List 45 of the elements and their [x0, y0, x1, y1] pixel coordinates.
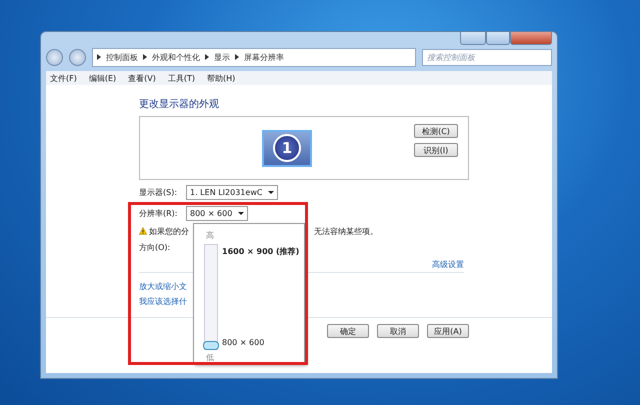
menu-item[interactable]: 编辑(E)	[88, 72, 116, 84]
forward-button[interactable]	[69, 48, 86, 66]
monitor-icon[interactable]: 1	[262, 130, 312, 166]
search-field[interactable]: 搜索控制面板	[422, 48, 552, 66]
slider-low-label: 低	[206, 352, 214, 363]
max-resolution-label: 1600 × 900 (推荐)	[222, 246, 300, 257]
field-label: 显示器(S):	[139, 187, 178, 198]
warning-text: 如果您的分	[149, 226, 189, 236]
chevron-icon	[97, 54, 101, 60]
breadcrumb[interactable]: 外观和个性化	[152, 52, 200, 62]
breadcrumb[interactable]: 屏幕分辨率	[244, 52, 284, 62]
warning-text: 无法容纳某些项。	[314, 226, 378, 236]
menu-item[interactable]: 工具(T)	[168, 72, 195, 84]
page-heading: 更改显示器的外观	[139, 98, 220, 111]
breadcrumb[interactable]: 显示	[214, 52, 230, 62]
dropdown[interactable]: 1. LEN LI2031ewC	[186, 185, 278, 200]
advanced-settings-link[interactable]: 高级设置	[432, 258, 464, 270]
chevron-icon	[235, 54, 239, 60]
slider-thumb[interactable]	[203, 341, 219, 350]
close-button[interactable]	[510, 32, 552, 45]
slider-high-label: 高	[206, 230, 214, 241]
dialog-button[interactable]: 应用(A)	[427, 324, 469, 338]
minimize-button[interactable]	[460, 32, 486, 45]
monitor-number: 1	[273, 134, 301, 162]
menu-item[interactable]: 文件(F)	[50, 72, 77, 84]
dropdown[interactable]: 800 × 600	[186, 206, 248, 221]
chevron-icon	[205, 54, 209, 60]
dialog-button[interactable]: 确定	[327, 324, 369, 338]
field-label: 分辨率(R):	[139, 208, 178, 219]
preview-button[interactable]: 检测(C)	[414, 124, 458, 138]
warning-icon	[139, 227, 147, 235]
menu-item[interactable]: 帮助(H)	[207, 72, 236, 84]
preview-button[interactable]: 识别(I)	[414, 143, 458, 157]
chevron-icon	[143, 54, 147, 60]
dialog-button[interactable]: 取消	[377, 324, 419, 338]
resolution-slider[interactable]	[204, 244, 218, 350]
help-link[interactable]: 我应该选择什	[139, 296, 187, 307]
min-resolution-label: 800 × 600	[222, 338, 264, 347]
address-field[interactable]: 控制面板 外观和个性化 显示 屏幕分辨率	[92, 48, 416, 66]
field-label: 方向(O):	[139, 242, 172, 252]
back-button[interactable]	[46, 48, 63, 66]
maximize-button[interactable]	[486, 32, 510, 45]
help-link[interactable]: 放大或缩小文	[139, 281, 187, 292]
menu-item[interactable]: 查看(V)	[128, 72, 156, 84]
breadcrumb[interactable]: 控制面板	[106, 52, 138, 62]
